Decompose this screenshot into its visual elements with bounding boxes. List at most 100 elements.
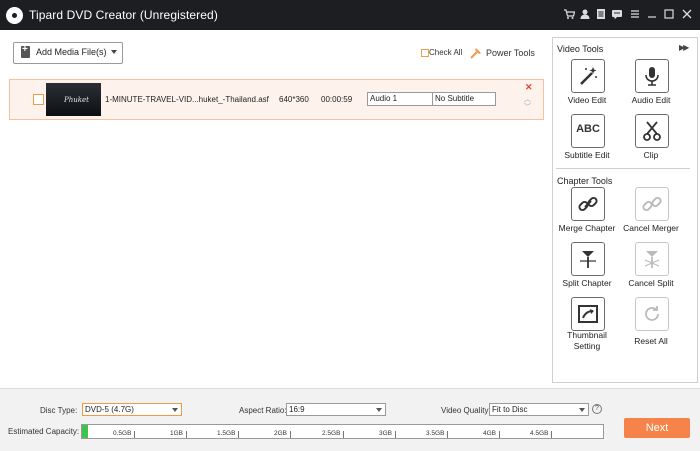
video-quality-value: Fit to Disc	[492, 405, 528, 414]
bottom-settings-bar: Disc Type: DVD-5 (4.7G) Aspect Ratio: 16…	[0, 388, 700, 451]
file-checkbox[interactable]	[33, 94, 44, 105]
video-quality-label: Video Quality:	[441, 406, 491, 415]
video-quality-select[interactable]: Fit to Disc	[489, 403, 589, 416]
tool-subtitle-edit[interactable]: ABC Subtitle Edit	[554, 114, 624, 168]
capacity-bar: 0.5GB 1GB 1.5GB 2GB 2.5GB 3GB 3.5GB 4GB 4.5GB	[81, 424, 604, 439]
magic-wand-icon[interactable]	[571, 59, 605, 93]
chevron-down-icon[interactable]	[111, 50, 117, 54]
user-icon[interactable]	[578, 8, 592, 22]
tool-label: Cancel Merger	[623, 223, 679, 233]
capacity-tick-label: 0.5GB	[113, 430, 132, 437]
move-down-icon[interactable]: ﹀	[524, 102, 531, 112]
tool-label: Merge Chapter	[558, 223, 616, 233]
maximize-icon[interactable]	[662, 8, 676, 22]
capacity-tick-label: 4GB	[483, 430, 497, 437]
tool-clip[interactable]: Clip	[618, 114, 688, 168]
tool-label: Cancel Split	[628, 278, 674, 288]
file-duration: 00:00:59	[321, 95, 353, 104]
split-icon[interactable]	[571, 242, 605, 276]
tool-reset-all[interactable]: Reset All	[618, 297, 688, 351]
tool-split-chapter[interactable]: Split Chapter	[554, 242, 624, 296]
aspect-ratio-label: Aspect Ratio:	[239, 406, 287, 415]
video-tools-title: Video Tools	[557, 44, 604, 54]
checkbox-icon[interactable]	[421, 49, 429, 57]
capacity-tick	[447, 431, 448, 438]
capacity-tick-label: 2GB	[274, 430, 288, 437]
chat-icon[interactable]	[610, 8, 624, 22]
remove-file-icon[interactable]: ✕	[525, 82, 533, 93]
tool-label: Subtitle Edit	[564, 150, 610, 160]
document-icon[interactable]	[594, 8, 608, 22]
file-resolution: 640*360	[279, 95, 309, 104]
capacity-tick	[134, 431, 135, 438]
power-tools-button[interactable]: Power Tools	[469, 45, 539, 61]
tool-cancel-split[interactable]: Cancel Split	[618, 242, 688, 296]
estimated-capacity-label: Estimated Capacity:	[8, 427, 80, 436]
tool-label: Reset All	[634, 336, 668, 346]
audio-track-value: Audio 1	[370, 94, 398, 103]
title-bar: Tipard DVD Creator (Unregistered)	[0, 0, 700, 30]
window-title: Tipard DVD Creator (Unregistered)	[29, 8, 218, 22]
unlink-icon[interactable]	[635, 187, 669, 221]
tool-merge-chapter[interactable]: Merge Chapter	[554, 187, 624, 241]
capacity-tick-label: 4.5GB	[530, 430, 549, 437]
chevron-down-icon	[376, 408, 382, 412]
aspect-ratio-value: 16:9	[289, 405, 305, 414]
capacity-tick	[238, 431, 239, 438]
close-icon[interactable]	[680, 8, 694, 22]
tool-label: Split Chapter	[562, 278, 612, 288]
file-name: 1-MINUTE-TRAVEL-VID...huket_-Thailand.as…	[105, 95, 269, 104]
tool-label: Video Edit	[567, 95, 607, 105]
capacity-tick	[551, 431, 552, 438]
link-icon[interactable]	[571, 187, 605, 221]
microphone-icon[interactable]	[635, 59, 669, 93]
tool-label: Clip	[643, 150, 659, 160]
tools-panel: Video Tools ▶▶ Video Edit Audio Edit ABC…	[552, 37, 698, 383]
power-tools-icon	[469, 46, 483, 62]
power-tools-label: Power Tools	[486, 48, 535, 58]
tool-video-edit[interactable]: Video Edit	[554, 59, 624, 113]
menu-icon[interactable]	[628, 8, 642, 22]
audio-track-select[interactable]: Audio 1	[367, 92, 433, 106]
tool-thumbnail-setting[interactable]: Thumbnail Setting	[554, 297, 624, 351]
tool-label-line2: Setting	[573, 341, 601, 351]
minimize-icon[interactable]	[645, 8, 659, 22]
divider	[556, 168, 690, 169]
chevron-down-icon	[172, 408, 178, 412]
capacity-tick-label: 3GB	[379, 430, 393, 437]
file-list-item[interactable]: Phuket 1-MINUTE-TRAVEL-VID...huket_-Thai…	[9, 79, 544, 120]
capacity-tick-label: 1GB	[170, 430, 184, 437]
capacity-tick	[343, 431, 344, 438]
reset-icon[interactable]	[635, 297, 669, 331]
scissors-icon[interactable]	[635, 114, 669, 148]
video-thumbnail: Phuket	[46, 83, 101, 116]
capacity-tick	[395, 431, 396, 438]
add-media-label: Add Media File(s)	[36, 47, 107, 57]
capacity-tick	[499, 431, 500, 438]
capacity-used-fill	[82, 425, 88, 438]
tool-audio-edit[interactable]: Audio Edit	[618, 59, 688, 113]
check-all-label: Check All	[429, 48, 463, 57]
abc-icon[interactable]: ABC	[571, 114, 605, 148]
thumbnail-icon[interactable]	[571, 297, 605, 331]
disc-type-label: Disc Type:	[40, 406, 78, 415]
disc-type-select[interactable]: DVD-5 (4.7G)	[82, 403, 182, 416]
help-icon[interactable]: ?	[592, 404, 602, 414]
subtitle-value: No Subtitle	[435, 94, 475, 103]
add-media-button[interactable]: Add Media File(s)	[13, 42, 123, 64]
cart-icon[interactable]	[562, 8, 576, 22]
disc-type-value: DVD-5 (4.7G)	[85, 405, 134, 414]
capacity-tick	[186, 431, 187, 438]
app-logo-icon	[6, 7, 23, 24]
subtitle-select[interactable]: No Subtitle	[432, 92, 496, 106]
collapse-panel-icon[interactable]: ▶▶	[679, 43, 689, 52]
tool-label-line1: Thumbnail	[567, 330, 607, 340]
capacity-tick-label: 3.5GB	[426, 430, 445, 437]
capacity-tick	[290, 431, 291, 438]
next-button[interactable]: Next	[624, 418, 690, 438]
capacity-tick-label: 1.5GB	[217, 430, 236, 437]
tool-cancel-merger[interactable]: Cancel Merger	[618, 187, 688, 241]
cancel-split-icon[interactable]	[635, 242, 669, 276]
aspect-ratio-select[interactable]: 16:9	[286, 403, 386, 416]
abc-glyph: ABC	[576, 123, 600, 135]
